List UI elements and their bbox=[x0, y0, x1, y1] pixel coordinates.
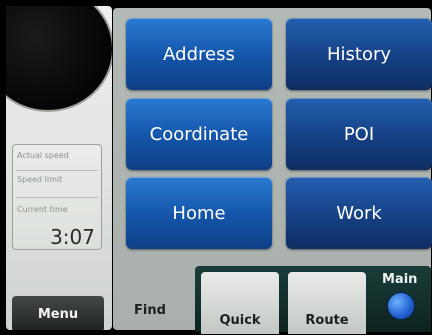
compass-icon[interactable] bbox=[388, 293, 414, 319]
info-divider bbox=[16, 170, 98, 171]
sidebar: Actual speed Speed limit Current time 3:… bbox=[6, 6, 112, 330]
info-divider bbox=[16, 197, 98, 198]
current-time-value: 3:07 bbox=[50, 225, 95, 249]
trip-info-box: Actual speed Speed limit Current time 3:… bbox=[12, 144, 102, 250]
work-button[interactable]: Work bbox=[286, 177, 432, 249]
device-screen: Actual speed Speed limit Current time 3:… bbox=[0, 0, 432, 335]
tab-main[interactable]: Main bbox=[382, 272, 417, 287]
speed-limit-label: Speed limit bbox=[17, 175, 63, 184]
tab-find[interactable]: Find bbox=[134, 303, 166, 318]
menu-button[interactable]: Menu bbox=[12, 296, 104, 330]
coordinate-button[interactable]: Coordinate bbox=[126, 98, 272, 170]
history-button[interactable]: History bbox=[286, 18, 432, 90]
poi-button[interactable]: POI bbox=[286, 98, 432, 170]
home-button[interactable]: Home bbox=[126, 177, 272, 249]
address-button[interactable]: Address bbox=[126, 18, 272, 90]
current-time-label: Current time bbox=[17, 205, 68, 214]
tab-quick[interactable]: Quick bbox=[201, 272, 279, 334]
speedometer-dial bbox=[6, 6, 112, 110]
tab-route[interactable]: Route bbox=[288, 272, 366, 334]
actual-speed-label: Actual speed bbox=[17, 151, 69, 160]
